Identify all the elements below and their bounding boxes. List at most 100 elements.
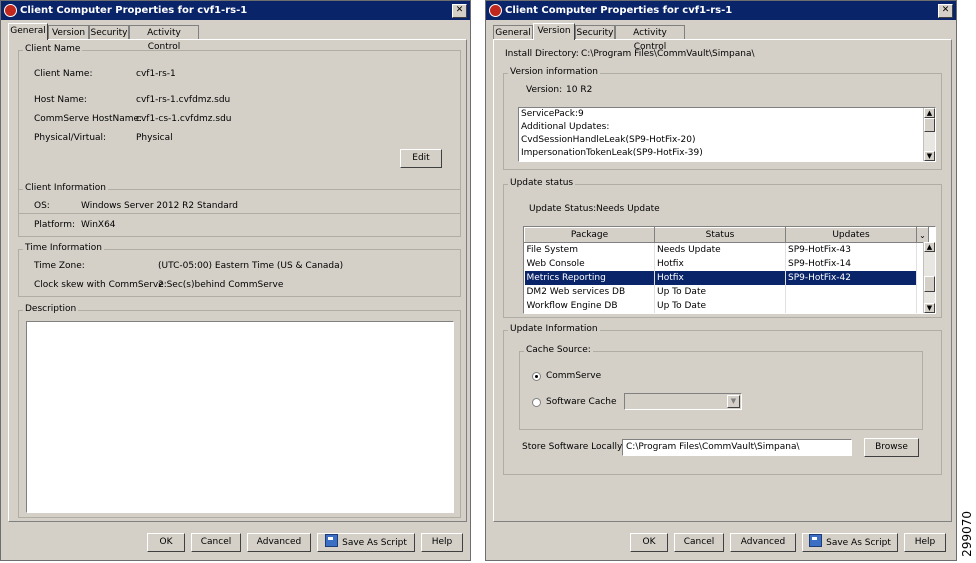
- left-titlebar[interactable]: Client Computer Properties for cvf1-rs-1…: [1, 1, 470, 20]
- tab-general[interactable]: General: [493, 25, 533, 39]
- save-as-script-button[interactable]: Save As Script: [317, 533, 415, 552]
- tab-general[interactable]: General: [8, 23, 48, 40]
- install-directory-value: C:\Program Files\CommVault\Simpana\: [581, 49, 755, 59]
- scroll-thumb[interactable]: [924, 276, 935, 292]
- advanced-button[interactable]: Advanced: [247, 533, 311, 552]
- clock-skew-value: 2 Sec(s)behind CommServe: [158, 280, 284, 290]
- cache-source-group: Cache Source: CommServe Software Cache ▼: [519, 345, 923, 430]
- version-details-list: ServicePack:9 Additional Updates: CvdSes…: [518, 107, 936, 162]
- table-row[interactable]: DM2 Web services DB Up To Date: [524, 285, 929, 299]
- group-title: Client Information: [23, 183, 109, 193]
- close-icon[interactable]: ✕: [452, 4, 467, 18]
- time-zone-label: Time Zone:: [34, 261, 85, 271]
- scroll-up-icon[interactable]: ▲: [924, 108, 935, 118]
- client-name-value: cvf1-rs-1: [136, 69, 176, 79]
- cell-status: Up To Date: [654, 299, 786, 313]
- save-as-script-label: Save As Script: [342, 538, 407, 548]
- right-tab-strip: General Version Security Activity Contro…: [493, 23, 693, 52]
- window-title: Client Computer Properties for cvf1-rs-1: [20, 5, 248, 16]
- time-information-group: Time Information Time Zone: (UTC-05:00) …: [18, 243, 461, 297]
- right-dialog: Client Computer Properties for cvf1-rs-1…: [485, 0, 957, 561]
- version-information-group: Version information Version: 10 R2 Servi…: [503, 67, 942, 170]
- commserve-radio-label[interactable]: CommServe: [546, 371, 601, 381]
- cell-status: Up To Date: [654, 285, 786, 299]
- scroll-down-icon[interactable]: ▼: [924, 303, 935, 313]
- tab-activity-control[interactable]: Activity Control: [615, 25, 685, 52]
- help-button[interactable]: Help: [904, 533, 946, 552]
- version-line: ImpersonationTokenLeak(SP9-HotFix-39): [521, 148, 703, 158]
- packages-scrollbar[interactable]: ▲ ▼: [923, 242, 935, 313]
- update-status-label: Update Status:: [529, 204, 597, 214]
- cell-status: Needs Update: [654, 242, 786, 257]
- tab-version[interactable]: Version: [48, 25, 89, 39]
- cancel-button[interactable]: Cancel: [674, 533, 724, 552]
- cell-package: Web Console: [524, 257, 655, 271]
- table-row[interactable]: Web Console Hotfix SP9-HotFix-14: [524, 257, 929, 271]
- window-title: Client Computer Properties for cvf1-rs-1: [505, 5, 733, 16]
- version-line: ServicePack:9: [521, 109, 584, 119]
- cell-updates: [785, 285, 917, 299]
- edit-button[interactable]: Edit: [400, 149, 442, 168]
- scroll-up-icon[interactable]: ▲: [924, 242, 935, 252]
- version-scrollbar[interactable]: ▲ ▼: [923, 108, 935, 161]
- client-name-label: Client Name:: [34, 69, 93, 79]
- cancel-button[interactable]: Cancel: [191, 533, 241, 552]
- cell-package: Metrics Reporting: [524, 271, 655, 285]
- right-titlebar[interactable]: Client Computer Properties for cvf1-rs-1…: [486, 1, 956, 20]
- advanced-button[interactable]: Advanced: [730, 533, 796, 552]
- tab-security[interactable]: Security: [89, 25, 129, 39]
- cell-updates: SP9-HotFix-42: [785, 271, 917, 285]
- tab-activity-control[interactable]: Activity Control: [129, 25, 199, 52]
- column-header[interactable]: Status: [654, 227, 786, 243]
- figure-number: 299070: [960, 511, 974, 557]
- save-script-icon: [809, 534, 823, 547]
- version-line: CvdSessionHandleLeak(SP9-HotFix-20): [521, 135, 696, 145]
- group-title: Description: [23, 304, 79, 314]
- software-cache-radio-label[interactable]: Software Cache: [546, 397, 617, 407]
- software-cache-select[interactable]: ▼: [624, 393, 742, 410]
- table-row-selected[interactable]: Metrics Reporting Hotfix SP9-HotFix-42: [524, 271, 929, 285]
- update-information-group: Update Information Cache Source: CommSer…: [503, 324, 942, 475]
- tab-version[interactable]: Version: [533, 23, 575, 40]
- table-row[interactable]: Workflow Engine DB Up To Date: [524, 299, 929, 313]
- software-cache-radio[interactable]: [532, 398, 541, 407]
- app-icon: [489, 4, 502, 17]
- cell-updates: [785, 299, 917, 313]
- description-textarea[interactable]: [26, 321, 454, 513]
- save-as-script-button[interactable]: Save As Script: [802, 533, 898, 552]
- close-icon[interactable]: ✕: [938, 4, 953, 18]
- group-title: Client Name: [23, 44, 83, 54]
- commserve-radio[interactable]: [532, 372, 541, 381]
- column-header[interactable]: Package: [524, 227, 655, 243]
- host-name-label: Host Name:: [34, 95, 87, 105]
- platform-label: Platform:: [34, 220, 75, 230]
- tab-security[interactable]: Security: [575, 25, 615, 39]
- cell-package: DM2 Web services DB: [524, 285, 655, 299]
- client-information-group: Client Information OS: Windows Server 20…: [18, 183, 461, 237]
- column-chooser-icon[interactable]: ⌄: [916, 227, 929, 243]
- table-row[interactable]: File System Needs Update SP9-HotFix-43: [524, 242, 929, 257]
- header-row: Package Status Updates ⌄: [524, 227, 929, 243]
- store-software-locally-input[interactable]: C:\Program Files\CommVault\Simpana\: [622, 439, 852, 456]
- commserve-hostname-label: CommServe HostName:: [34, 114, 143, 124]
- install-directory-label: Install Directory:: [505, 49, 579, 59]
- scroll-thumb[interactable]: [924, 118, 935, 132]
- platform-value: WinX64: [81, 220, 116, 230]
- scroll-down-icon[interactable]: ▼: [924, 151, 935, 161]
- browse-button[interactable]: Browse: [864, 438, 919, 457]
- ok-button[interactable]: OK: [147, 533, 185, 552]
- help-button[interactable]: Help: [421, 533, 463, 552]
- left-tab-strip: General Version Security Activity Contro…: [8, 23, 208, 52]
- ok-button[interactable]: OK: [630, 533, 668, 552]
- column-header[interactable]: Updates: [785, 227, 917, 243]
- physical-virtual-label: Physical/Virtual:: [34, 133, 107, 143]
- group-title: Update status: [508, 178, 576, 188]
- dropdown-arrow-icon[interactable]: ▼: [727, 395, 740, 408]
- update-status-value: Needs Update: [596, 204, 660, 214]
- group-title: Time Information: [23, 243, 104, 253]
- save-script-icon: [325, 534, 339, 547]
- os-label: OS:: [34, 201, 50, 211]
- cell-package: Workflow Engine DB: [524, 299, 655, 313]
- cell-status: Hotfix: [654, 257, 786, 271]
- version-line: Additional Updates:: [521, 122, 610, 132]
